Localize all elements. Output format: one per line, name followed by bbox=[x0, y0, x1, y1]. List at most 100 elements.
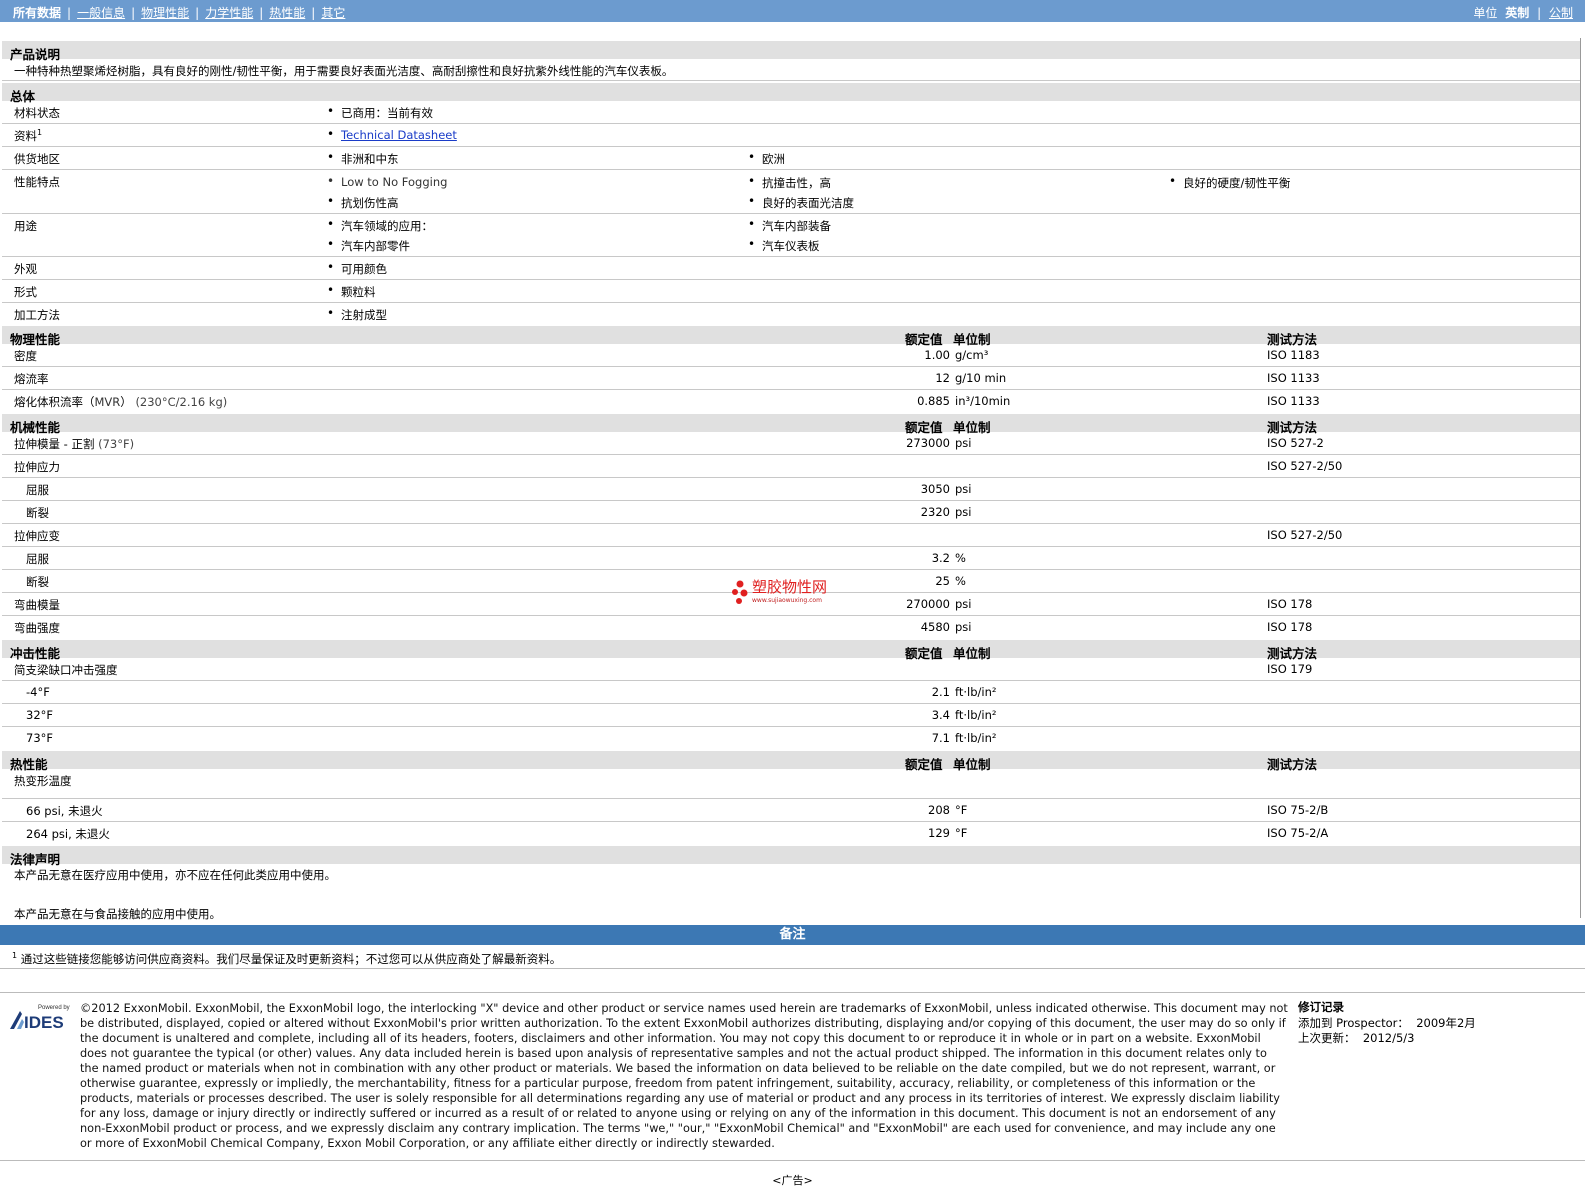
legal-line-2: 本产品无意在与食品接触的应用中使用。 bbox=[14, 907, 221, 921]
row-test-method: ISO 1133 bbox=[1267, 371, 1320, 385]
list-item: Technical Datasheet bbox=[327, 127, 457, 142]
row-test-method: ISO 75-2/B bbox=[1267, 803, 1329, 817]
section-nav: 所有数据 | 一般信息 | 物理性能 | 力学性能 | 热性能 | 其它 bbox=[13, 6, 346, 20]
unit-switch: 单位 英制 | 公制 bbox=[1473, 6, 1573, 20]
ides-logo: Powered by IDES bbox=[10, 1005, 70, 1032]
row-label: 弯曲强度 bbox=[14, 621, 60, 635]
thermal-row-66psi: 66 psi, 未退火 208 °F ISO 75-2/B bbox=[2, 799, 1580, 822]
list-item: 可用颜色 bbox=[327, 260, 387, 277]
unit-metric[interactable]: 公制 bbox=[1549, 6, 1573, 20]
thermal-row-264psi: 264 psi, 未退火 129 °F ISO 75-2/A bbox=[2, 822, 1580, 845]
ides-wordmark: IDES bbox=[24, 1013, 64, 1032]
row-unit: g/10 min bbox=[955, 371, 1007, 385]
list-item: 汽车内部零件 bbox=[327, 237, 410, 254]
powered-by-text: Powered by bbox=[38, 1005, 70, 1011]
list-item: 已商用：当前有效 bbox=[327, 104, 433, 121]
ad-placeholder: <广告> bbox=[772, 1174, 813, 1186]
nav-physical[interactable]: 物理性能 bbox=[141, 6, 189, 20]
row-test-method: ISO 527-2 bbox=[1267, 436, 1324, 450]
row-unit: °F bbox=[955, 803, 968, 817]
list-item: Low to No Fogging bbox=[327, 174, 447, 189]
row-unit: ft·lb/in² bbox=[955, 685, 997, 699]
row-unit: ft·lb/in² bbox=[955, 708, 997, 722]
list-item: 汽车领域的应用： bbox=[327, 217, 433, 234]
row-unit: % bbox=[955, 574, 966, 588]
row-label: 熔化体积流率（MVR） (230°C/2.16 kg) bbox=[14, 395, 228, 409]
row-value: 3050 bbox=[920, 482, 950, 496]
mech-row-stress-break: 断裂 2320 psi bbox=[2, 501, 1580, 524]
divider bbox=[0, 1160, 1585, 1161]
row-label: 断裂 bbox=[26, 575, 49, 589]
list-item: 汽车仪表板 bbox=[748, 237, 819, 254]
mech-row-tensile-modulus: 拉伸模量 - 正割 (73°F) 273000 psi ISO 527-2 bbox=[2, 432, 1580, 455]
physical-row-mvr: 熔化体积流率（MVR） (230°C/2.16 kg) 0.885 in³/10… bbox=[2, 390, 1580, 413]
row-label: 用途 bbox=[14, 219, 37, 233]
general-row-appearance: 外观 可用颜色 bbox=[2, 257, 1580, 280]
list-item: 非洲和中东 bbox=[327, 150, 398, 167]
unit-english[interactable]: 英制 bbox=[1505, 6, 1529, 20]
section-header-thermal: 热性能 额定值 单位制 测试方法 bbox=[2, 751, 1580, 772]
list-item: 抗撞击性，高 bbox=[748, 174, 831, 191]
physical-row-mfr: 熔流率 12 g/10 min ISO 1133 bbox=[2, 367, 1580, 390]
row-label: 熔流率 bbox=[14, 372, 49, 386]
impact-row-m4f: -4°F 2.1 ft·lb/in² bbox=[2, 681, 1580, 704]
row-value: 208 bbox=[928, 803, 950, 817]
row-value: 3.2 bbox=[931, 551, 950, 565]
section-header-mechanical: 机械性能 额定值 单位制 测试方法 bbox=[2, 414, 1580, 435]
list-item: 良好的硬度/韧性平衡 bbox=[1169, 174, 1290, 191]
row-value: 273000 bbox=[906, 436, 950, 450]
row-label: 32°F bbox=[26, 708, 53, 722]
row-test-method: ISO 75-2/A bbox=[1267, 826, 1329, 840]
watermark-logo: 塑胶物性网 www.sujiaowuxing.com bbox=[732, 578, 827, 604]
section-header-impact: 冲击性能 额定值 单位制 测试方法 bbox=[2, 640, 1580, 661]
top-nav-bar: 所有数据 | 一般信息 | 物理性能 | 力学性能 | 热性能 | 其它 单位 英制 | 公制 bbox=[0, 0, 1585, 22]
nav-general[interactable]: 一般信息 bbox=[77, 6, 125, 20]
notes-header: 备注 bbox=[0, 925, 1585, 945]
row-unit: °F bbox=[955, 826, 968, 840]
row-value: 129 bbox=[928, 826, 950, 840]
revision-title: 修订记录 bbox=[1298, 1000, 1344, 1014]
row-unit: psi bbox=[955, 620, 972, 634]
list-item: 注射成型 bbox=[327, 306, 387, 323]
row-value: 0.885 bbox=[917, 394, 950, 408]
row-label: 资料1 bbox=[14, 128, 43, 143]
row-unit: psi bbox=[955, 505, 972, 519]
row-label: 弯曲模量 bbox=[14, 598, 60, 612]
list-item: 汽车内部装备 bbox=[748, 217, 831, 234]
row-label: 拉伸模量 - 正割 (73°F) bbox=[14, 437, 135, 451]
row-label: 屈服 bbox=[26, 552, 49, 566]
nav-thermal[interactable]: 热性能 bbox=[269, 6, 305, 20]
list-item: 欧洲 bbox=[748, 150, 785, 167]
row-unit: psi bbox=[955, 482, 972, 496]
product-desc-text: 一种特种热塑聚烯烃树脂，具有良好的刚性/韧性平衡，用于需要良好表面光洁度、高耐刮… bbox=[14, 64, 674, 78]
nav-mechanical[interactable]: 力学性能 bbox=[205, 6, 253, 20]
watermark-title: 塑胶物性网 bbox=[752, 578, 827, 596]
technical-datasheet-link[interactable]: Technical Datasheet bbox=[341, 128, 457, 142]
product-desc-row: 一种特种热塑聚烯烃树脂，具有良好的刚性/韧性平衡，用于需要良好表面光洁度、高耐刮… bbox=[2, 59, 1580, 81]
row-label: 形式 bbox=[14, 285, 37, 299]
row-unit: ft·lb/in² bbox=[955, 731, 997, 745]
row-value: 12 bbox=[935, 371, 950, 385]
row-label: 拉伸应力 bbox=[14, 460, 60, 474]
row-label: 性能特点 bbox=[14, 175, 60, 189]
row-test-method: ISO 178 bbox=[1267, 620, 1313, 634]
copyright-text: ©2012 ExxonMobil. ExxonMobil, the ExxonM… bbox=[80, 1002, 1288, 1150]
legal-block: 本产品无意在医疗应用中使用，亦不应在任何此类应用中使用。 本产品无意在与食品接触… bbox=[2, 864, 1580, 924]
row-test-method: ISO 527-2/50 bbox=[1267, 459, 1343, 473]
general-row-processing: 加工方法 注射成型 bbox=[2, 303, 1580, 326]
general-row-uses: 用途 汽车领域的应用： 汽车内部装备 汽车内部零件 汽车仪表板 bbox=[2, 214, 1580, 257]
row-test-method: ISO 527-2/50 bbox=[1267, 528, 1343, 542]
mech-row-tensile-stress: 拉伸应力 ISO 527-2/50 bbox=[2, 455, 1580, 478]
nav-all-data[interactable]: 所有数据 bbox=[13, 6, 61, 20]
row-unit: % bbox=[955, 551, 966, 565]
right-border bbox=[1580, 38, 1581, 918]
row-test-method: ISO 1133 bbox=[1267, 394, 1320, 408]
row-test-method: ISO 179 bbox=[1267, 662, 1313, 676]
row-value: 4580 bbox=[920, 620, 950, 634]
mech-row-strain-yield: 屈服 3.2 % bbox=[2, 547, 1580, 570]
list-item: 颗粒料 bbox=[327, 283, 375, 300]
divider bbox=[0, 968, 1585, 969]
row-test-method: ISO 1183 bbox=[1267, 348, 1320, 362]
row-label: 供货地区 bbox=[14, 152, 60, 166]
nav-other[interactable]: 其它 bbox=[321, 6, 345, 20]
